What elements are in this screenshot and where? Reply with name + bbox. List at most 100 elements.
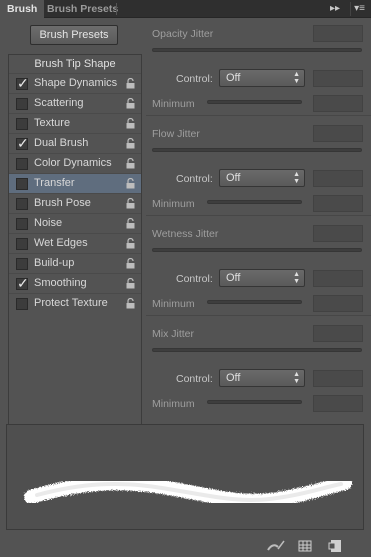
list-item[interactable]: ✓ Shape Dynamics [9,73,141,93]
list-item[interactable]: Protect Texture [9,293,141,313]
section-divider [146,115,371,116]
updown-arrow-icon: ▲ ▼ [293,171,300,185]
control-label: Control: [176,73,213,85]
lock-icon[interactable] [126,178,135,189]
checkbox[interactable] [16,118,28,130]
checkbox[interactable] [16,258,28,270]
tab-brush[interactable]: Brush [0,0,45,18]
checkbox[interactable]: ✓ [16,75,29,91]
checkbox[interactable]: ✓ [16,135,29,151]
lock-icon[interactable] [126,258,135,269]
control-dropdown[interactable]: Off ▲ ▼ [219,269,305,287]
list-item[interactable]: Wet Edges [9,233,141,253]
minimum-slider[interactable] [207,400,302,404]
control-value: Off [226,172,241,184]
control-value: Off [226,72,241,84]
minimum-value-field[interactable] [313,95,363,112]
control-label: Control: [176,373,213,385]
control-value-field[interactable] [313,170,363,187]
checkbox[interactable] [16,298,28,310]
jitter-title: Wetness Jitter [152,228,219,240]
list-item[interactable]: Noise [9,213,141,233]
minimum-label: Minimum [152,298,195,310]
double-chevron-right-icon[interactable]: ▸▸ [328,2,342,16]
lock-icon[interactable] [126,298,135,309]
jitter-value-field[interactable] [313,325,363,342]
control-value: Off [226,372,241,384]
jitter-title: Opacity Jitter [152,28,214,40]
lock-icon[interactable] [126,138,135,149]
brush-stroke-image [24,476,352,508]
jitter-slider[interactable] [152,48,362,52]
control-dropdown[interactable]: Off ▲ ▼ [219,169,305,187]
lock-icon[interactable] [126,238,135,249]
control-label: Control: [176,173,213,185]
list-item-label: Build-up [34,257,75,269]
control-dropdown[interactable]: Off ▲ ▼ [219,369,305,387]
list-item[interactable]: ✓ Smoothing [9,273,141,293]
checkbox[interactable] [16,218,28,230]
checkmark-icon: ✓ [17,75,29,91]
updown-arrow-icon: ▲ ▼ [293,71,300,85]
brush-toggle-icon[interactable] [266,539,286,553]
checkbox[interactable]: ✓ [16,275,29,291]
list-item[interactable]: Texture [9,113,141,133]
checkbox[interactable] [16,158,28,170]
list-item[interactable]: Scattering [9,93,141,113]
jitter-value-field[interactable] [313,125,363,142]
lock-icon[interactable] [126,198,135,209]
lock-icon[interactable] [126,218,135,229]
lock-icon[interactable] [126,278,135,289]
list-item[interactable]: ✓ Dual Brush [9,133,141,153]
list-item-label: Noise [34,217,63,229]
list-item-label: Shape Dynamics [34,77,118,89]
checkbox[interactable] [16,238,28,250]
minimum-slider[interactable] [207,200,302,204]
tab-divider [116,3,117,15]
lock-icon[interactable] [126,98,135,109]
control-dropdown[interactable]: Off ▲ ▼ [219,69,305,87]
list-item-label: Protect Texture [34,297,108,309]
jitter-value-field[interactable] [313,25,363,42]
minimum-value-field[interactable] [313,295,363,312]
checkmark-icon: ✓ [17,275,29,291]
tab-bar: Brush Brush Presets ▸▸ ▾≡ [0,0,371,18]
control-value: Off [226,272,241,284]
minimum-label: Minimum [152,398,195,410]
list-item[interactable]: Brush Pose [9,193,141,213]
grid-icon[interactable] [298,539,312,553]
list-item-label: Wet Edges [34,237,88,249]
minimum-value-field[interactable] [313,195,363,212]
list-item[interactable]: Color Dynamics [9,153,141,173]
minimum-slider[interactable] [207,100,302,104]
lock-icon[interactable] [126,118,135,129]
brush-panel: Brush Presets Brush Tip Shape ✓ Shape Dyn… [0,18,371,557]
jitter-title: Flow Jitter [152,128,200,140]
minimum-slider[interactable] [207,300,302,304]
jitter-slider[interactable] [152,148,362,152]
control-value-field[interactable] [313,370,363,387]
minimum-value-field[interactable] [313,395,363,412]
new-preset-icon[interactable] [328,539,342,553]
checkbox[interactable] [16,178,28,190]
panel-menu-icon[interactable]: ▾≡ [350,2,368,16]
brush-presets-button[interactable]: Brush Presets [30,25,118,45]
checkmark-icon: ✓ [17,135,29,151]
lock-icon[interactable] [126,158,135,169]
minimum-label: Minimum [152,198,195,210]
tab-brush-presets[interactable]: Brush Presets [40,0,125,18]
checkbox[interactable] [16,98,28,110]
updown-arrow-icon: ▲ ▼ [293,271,300,285]
jitter-value-field[interactable] [313,225,363,242]
list-item[interactable]: Transfer [9,173,141,193]
jitter-slider[interactable] [152,248,362,252]
lock-icon[interactable] [126,78,135,89]
control-value-field[interactable] [313,270,363,287]
minimum-label: Minimum [152,98,195,110]
control-value-field[interactable] [313,70,363,87]
list-item-label: Transfer [34,177,75,189]
list-item[interactable]: Build-up [9,253,141,273]
checkbox[interactable] [16,198,28,210]
brush-tip-shape-item[interactable]: Brush Tip Shape [9,55,141,73]
jitter-slider[interactable] [152,348,362,352]
